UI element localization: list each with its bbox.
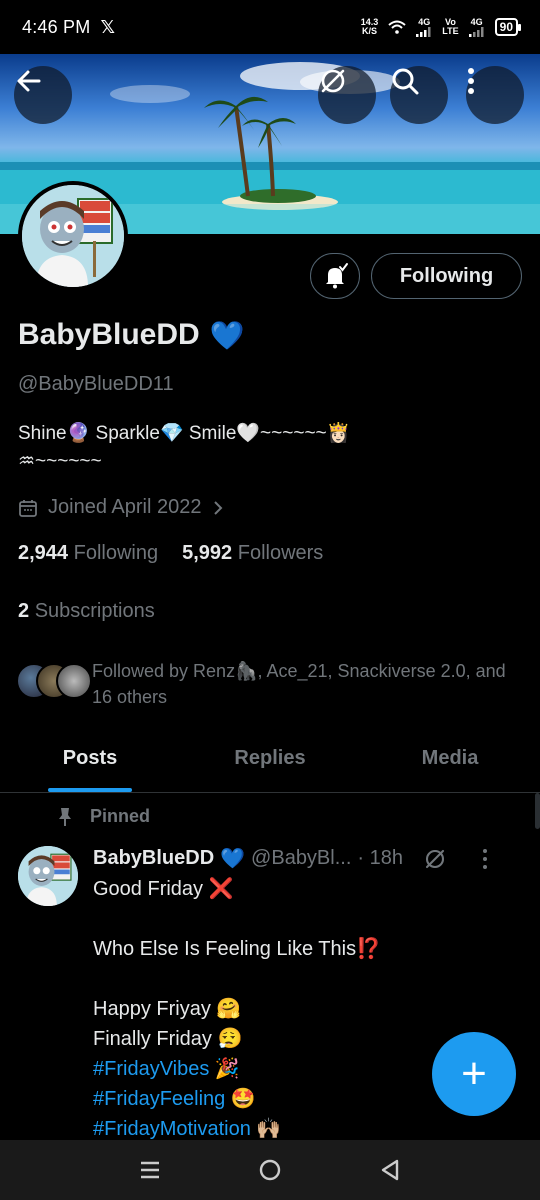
post-author-avatar[interactable] — [18, 846, 78, 906]
grok-icon — [321, 69, 345, 93]
network-speed: 14.3 K/S — [360, 17, 379, 36]
status-icons: 14.3 K/S 4G Vo LTE 4G 90 — [360, 17, 522, 37]
search-button[interactable] — [390, 66, 448, 124]
joined-text: Joined April 2022 — [48, 496, 202, 518]
grok-button[interactable] — [318, 66, 376, 124]
post-line: Happy Friyay 🤗 — [93, 998, 242, 1020]
grok-icon[interactable] — [423, 847, 447, 871]
back-button[interactable] — [14, 66, 72, 124]
post-header: BabyBlueDD 💙 @BabyBl... · 18h — [93, 846, 489, 871]
scrollbar[interactable] — [535, 793, 540, 829]
followers-stat[interactable]: 5,992 Followers — [182, 542, 323, 565]
bio-line: ♒~~~~~~ — [18, 451, 102, 472]
calendar-icon — [19, 499, 37, 517]
profile-avatar[interactable] — [18, 181, 128, 291]
post-line: Who Else Is Feeling Like This⁉️ — [93, 938, 381, 960]
followed-by-avatars[interactable] — [16, 663, 96, 699]
followed-by-text[interactable]: Followed by Renz🦍, Ace_21, Snackiverse 2… — [92, 658, 522, 710]
profile-name: BabyBlueDD 💙 — [18, 318, 245, 352]
signal-2: 4G — [468, 17, 485, 37]
post-line: Good Friday ❌ — [93, 878, 234, 900]
display-name: BabyBlueDD — [18, 318, 200, 351]
more-vertical-icon — [468, 68, 474, 94]
compose-post-button[interactable]: + — [432, 1032, 516, 1116]
back-arrow-icon — [17, 70, 41, 92]
recent-apps-icon[interactable] — [139, 1160, 161, 1180]
x-logo-icon: 𝕏 — [100, 16, 115, 37]
post-author-name[interactable]: BabyBlueDD — [93, 847, 214, 870]
more-vertical-icon[interactable] — [481, 848, 489, 870]
verified-heart-icon: 💙 — [220, 848, 246, 870]
post-time: · 18h — [357, 847, 403, 869]
pinned-label: Pinned — [90, 806, 151, 826]
post-avatar-image — [18, 846, 78, 906]
profile-bio: Shine🔮 Sparkle💎 Smile🤍~~~~~~👸🏻 ♒~~~~~~ — [18, 420, 518, 476]
chevron-right-icon — [214, 500, 223, 515]
profile-tabs: Posts Replies Media — [0, 727, 540, 793]
profile-handle: @BabyBlueDD11 — [18, 373, 174, 395]
joined-date[interactable]: Joined April 2022 — [18, 496, 225, 519]
following-stat[interactable]: 2,944 Following — [18, 542, 158, 565]
post-line — [93, 964, 513, 994]
tab-replies[interactable]: Replies — [180, 727, 360, 792]
post-line — [93, 904, 513, 934]
verified-heart-icon: 💙 — [209, 319, 245, 351]
subscriptions-stat[interactable]: 2 Subscriptions — [18, 600, 155, 623]
system-nav-bar — [0, 1140, 540, 1200]
volte-indicator: Vo LTE — [442, 17, 459, 36]
back-triangle-icon[interactable] — [379, 1158, 401, 1182]
bio-line: Shine🔮 Sparkle💎 Smile🤍~~~~~~👸🏻 — [18, 423, 351, 444]
pin-icon — [59, 807, 71, 826]
signal-1: 4G — [416, 17, 432, 37]
tab-media[interactable]: Media — [360, 727, 540, 792]
more-options-button[interactable] — [466, 66, 524, 124]
follow-stats: 2,944 Following 5,992 Followers — [18, 542, 323, 565]
avatar-image — [22, 185, 124, 287]
notifications-button[interactable] — [310, 253, 360, 299]
search-icon — [392, 68, 419, 95]
post-author-handle[interactable]: @BabyBl... — [251, 847, 351, 870]
wifi-icon — [388, 20, 406, 34]
status-time: 4:46 PM — [22, 16, 91, 37]
bell-check-icon — [326, 263, 348, 289]
tab-posts[interactable]: Posts — [0, 727, 180, 792]
follower-avatar — [56, 663, 92, 699]
status-bar: 4:46 PM 𝕏 14.3 K/S 4G Vo LTE 4G 90 — [0, 0, 540, 54]
following-button[interactable]: Following — [371, 253, 522, 299]
battery-indicator: 90 — [494, 18, 522, 36]
home-icon[interactable] — [258, 1158, 282, 1182]
pinned-indicator: Pinned — [56, 806, 150, 827]
